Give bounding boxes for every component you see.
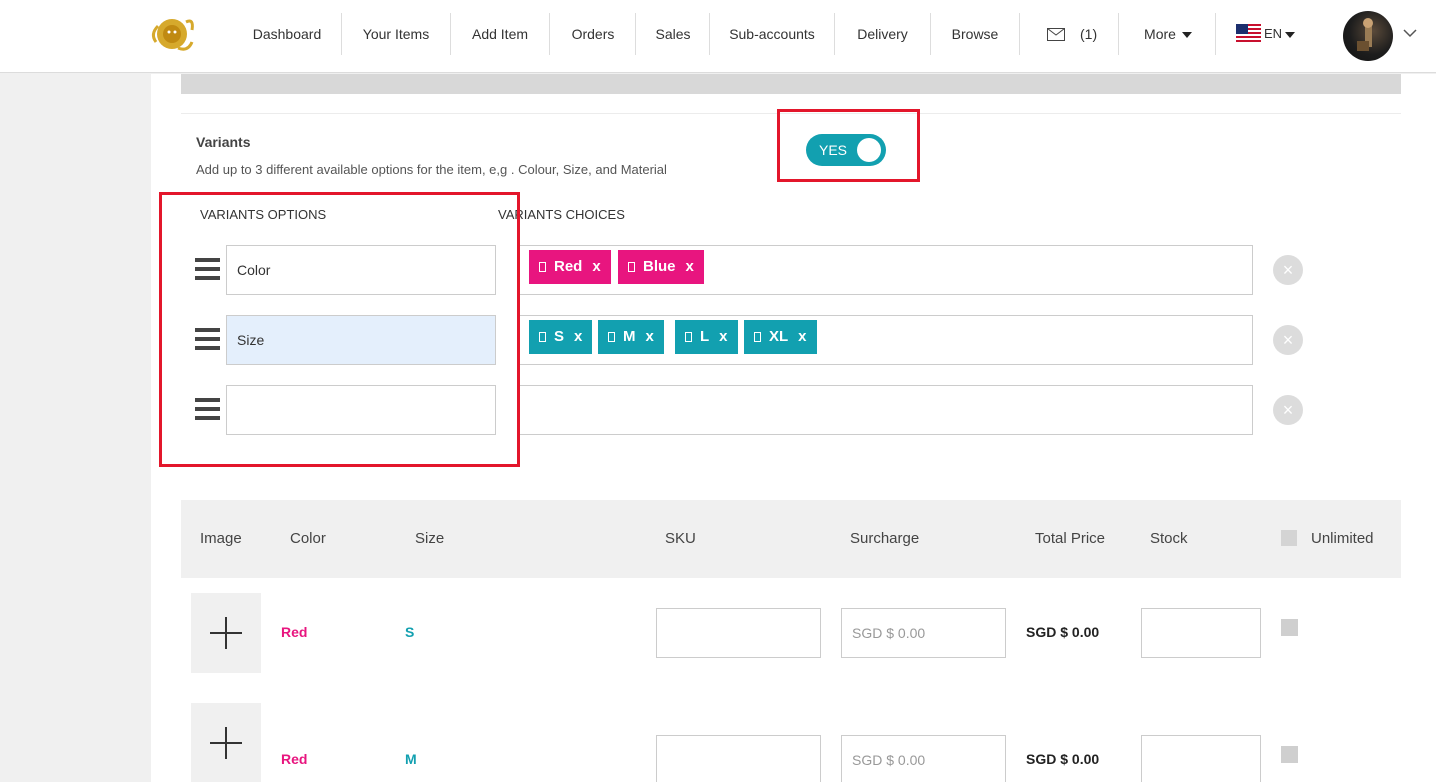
nav-sub-accounts[interactable]: Sub-accounts [720,0,824,68]
stock-input[interactable] [1141,608,1261,658]
chip-label: S [554,328,565,345]
choice-chip[interactable]: XL x [744,320,817,354]
nav-divider [549,13,550,55]
more-dropdown[interactable]: More [1130,0,1206,68]
remove-option-button[interactable]: × [1273,395,1303,425]
row-size: M [405,751,417,767]
nav-delivery[interactable]: Delivery [845,0,920,68]
inbox-count: (1) [1080,26,1098,42]
nav-orders[interactable]: Orders [560,0,626,68]
nav-add-item[interactable]: Add Item [461,0,539,68]
chevron-down-icon[interactable] [1403,28,1417,38]
chip-remove[interactable]: x [646,328,654,345]
choice-chip[interactable]: Sx [529,320,593,354]
th-stock: Stock [1150,530,1188,547]
highlight-box-options [159,192,520,467]
user-avatar[interactable] [1343,11,1393,61]
chip-remove[interactable]: x [686,258,694,275]
tag-icon [754,332,761,343]
nav-divider [1215,13,1216,55]
highlight-box-toggle [777,109,920,182]
nav-divider [930,13,931,55]
chip-label: Red [554,258,583,275]
language-label: EN [1264,26,1283,41]
nav-divider [1019,13,1020,55]
chip-label: XL [769,328,789,345]
choice-chip[interactable]: Mx [598,320,664,354]
th-surcharge: Surcharge [850,530,920,547]
chip-label: M [623,328,636,345]
th-unlimited: Unlimited [1311,530,1374,547]
caret-down-icon [1285,31,1296,38]
row-size: S [405,624,415,640]
choice-chip[interactable]: Lx [675,320,738,354]
row-color: Red [281,624,308,640]
variant-choices-field[interactable]: Sx Mx Lx XL x [520,315,1253,365]
nav-your-items[interactable]: Your Items [352,0,440,68]
th-color: Color [290,530,326,547]
th-sku: SKU [665,530,696,547]
chip-remove[interactable]: x [798,328,806,345]
remove-option-button[interactable]: × [1273,325,1303,355]
chip-label: Blue [643,258,676,275]
plus-icon [225,617,227,649]
row-total-price: SGD $ 0.00 [1026,624,1100,640]
lion-logo-icon[interactable] [148,12,198,56]
nav-browse[interactable]: Browse [941,0,1009,68]
unlimited-all-checkbox[interactable] [1281,530,1297,546]
remove-option-button[interactable]: × [1273,255,1303,285]
add-image-button[interactable] [191,703,261,782]
surcharge-input[interactable]: SGD $ 0.00 [841,735,1006,782]
caret-down-icon [1181,32,1192,39]
nav-dashboard[interactable]: Dashboard [242,0,332,68]
unlimited-checkbox[interactable] [1281,746,1298,763]
variant-choices-field[interactable] [520,385,1253,435]
surcharge-input[interactable]: SGD $ 0.00 [841,608,1006,658]
tag-icon [685,332,692,343]
choice-chip[interactable]: Blue x [618,250,704,284]
variant-choices-field[interactable]: Red x Blue x [520,245,1253,295]
th-total-price: Total Price [1035,530,1106,547]
unlimited-checkbox[interactable] [1281,619,1298,636]
tag-icon [608,332,615,343]
tag-icon [539,332,546,343]
sku-input[interactable] [656,735,821,782]
tag-icon [628,262,635,273]
nav-divider [709,13,710,55]
row-color: Red [281,751,308,767]
row-total-price: SGD $ 0.00 [1026,751,1100,767]
plus-icon [225,727,227,759]
chip-label: L [700,328,710,345]
language-dropdown[interactable]: EN [1264,0,1304,68]
nav-sales[interactable]: Sales [646,0,700,68]
add-image-button[interactable] [191,593,261,673]
avatar-image-icon [1357,18,1373,51]
chip-remove[interactable]: x [574,328,582,345]
th-size: Size [415,530,445,547]
sku-input[interactable] [656,608,821,658]
envelope-icon [1047,28,1065,41]
nav-divider [1118,13,1119,55]
nav-divider [834,13,835,55]
nav-divider [450,13,451,55]
chip-remove[interactable]: x [719,328,727,345]
section-gray-bar [181,74,1401,94]
variants-description: Add up to 3 different available options … [196,162,667,177]
chip-remove[interactable]: x [592,258,600,275]
variants-title: Variants [196,134,251,150]
tag-icon [539,262,546,273]
nav-divider [635,13,636,55]
nav-divider [341,13,342,55]
more-label: More [1144,26,1176,42]
stock-input[interactable] [1141,735,1261,782]
inbox-button[interactable]: (1) [1040,0,1110,68]
th-image: Image [200,530,242,547]
choice-chip[interactable]: Red x [529,250,611,284]
us-flag-icon[interactable] [1236,24,1261,42]
top-navbar: Dashboard Your Items Add Item Orders Sal… [0,0,1436,73]
variants-table-header [181,500,1401,578]
